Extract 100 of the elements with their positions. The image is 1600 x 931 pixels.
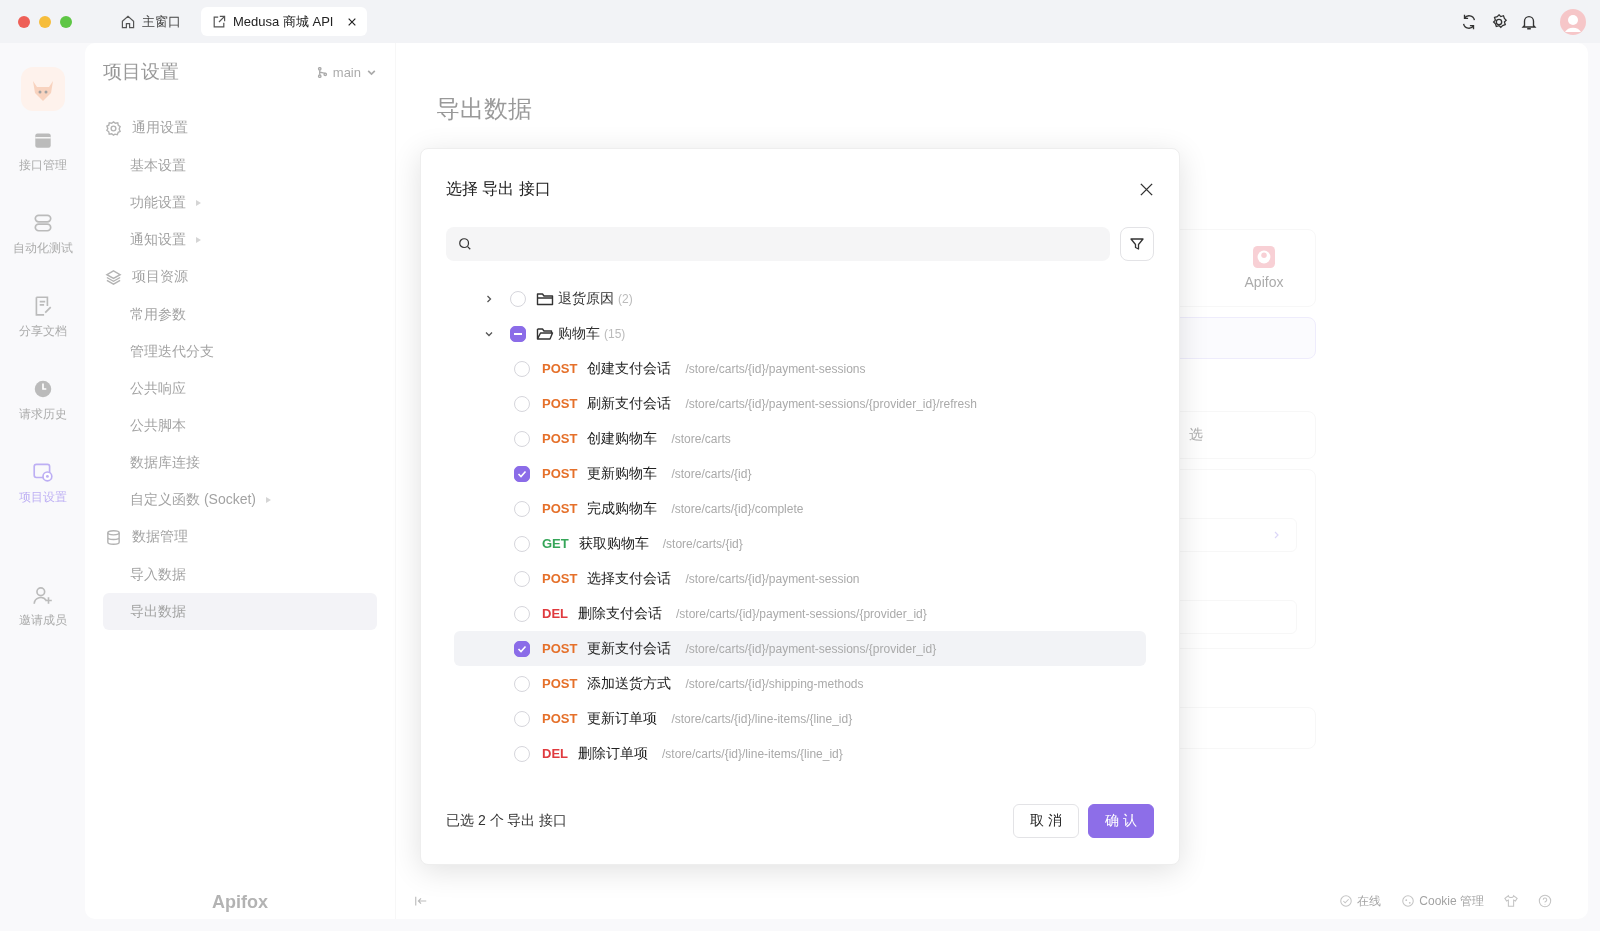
endpoint-path: /store/carts/{id}/payment-sessions/{provider_id}/refresh: [685, 396, 977, 411]
endpoint-name[interactable]: 创建购物车: [587, 429, 658, 448]
method-label: POST: [542, 711, 578, 726]
selection-summary: 已选 2 个 导出 接口: [446, 812, 568, 830]
settings-icon: [31, 461, 54, 483]
filter-button[interactable]: [1120, 227, 1154, 261]
endpoint-name[interactable]: 创建支付会话: [587, 359, 672, 378]
method-label: POST: [542, 396, 578, 411]
external-window-icon: [211, 13, 227, 30]
section-heading: 数据管理: [132, 528, 188, 546]
endpoint-row[interactable]: POST 添加送货方式 /store/carts/{id}/shipping-methods: [454, 666, 1146, 701]
format-label: Apifox: [1244, 274, 1284, 290]
method-label: POST: [542, 571, 578, 586]
window-tab[interactable]: Medusa 商城 API: [201, 7, 368, 36]
search-icon: [458, 237, 472, 251]
dialog-title: 选择 导出 接口: [446, 178, 551, 199]
endpoint-name[interactable]: 删除支付会话: [578, 604, 662, 623]
folder-row[interactable]: 购物车 (15): [454, 316, 1146, 351]
confirm-button[interactable]: 确 认: [1088, 804, 1154, 838]
submenu-arrow-icon: [194, 235, 202, 244]
checkbox[interactable]: [510, 325, 526, 342]
cookie-icon: [1401, 894, 1416, 908]
method-label: DEL: [542, 606, 568, 621]
method-label: DEL: [542, 746, 568, 761]
item-count: (15): [604, 326, 626, 341]
endpoint-row[interactable]: DEL 删除支付会话 /store/carts/{id}/payment-sessions/{provider_id}: [454, 596, 1146, 631]
checkbox[interactable]: [514, 465, 530, 482]
endpoint-name[interactable]: 刷新支付会话: [587, 394, 672, 413]
filter-icon: [1129, 236, 1145, 252]
method-label: POST: [542, 431, 578, 446]
endpoint-row[interactable]: POST 更新订单项 /store/carts/{id}/line-items/{line_id}: [454, 701, 1146, 736]
endpoint-name[interactable]: 更新购物车: [587, 464, 658, 483]
page-title: 导出数据: [436, 94, 533, 124]
endpoint-name[interactable]: 添加送货方式: [587, 674, 672, 693]
window-tab[interactable]: 主窗口: [110, 7, 191, 36]
layers-icon: [105, 268, 122, 286]
endpoint-row[interactable]: GET 获取购物车 /store/carts/{id}: [454, 526, 1146, 561]
close-window-button[interactable]: [18, 15, 30, 28]
stack-icon: [31, 212, 54, 234]
collapse-icon[interactable]: [414, 894, 428, 908]
branch-icon: [316, 66, 328, 78]
section-heading: 通用设置: [132, 119, 188, 137]
method-label: POST: [542, 501, 578, 516]
cancel-button[interactable]: 取 消: [1013, 804, 1080, 838]
endpoint-row[interactable]: POST 更新购物车 /store/carts/{id}: [454, 456, 1146, 491]
online-status: 在线: [1357, 892, 1382, 910]
endpoint-row[interactable]: POST 创建支付会话 /store/carts/{id}/payment-sessions: [454, 351, 1146, 386]
folder-icon: [536, 290, 554, 307]
folder-name[interactable]: 退货原因: [558, 289, 614, 308]
maximize-window-button[interactable]: [60, 15, 72, 28]
app-logo-icon: [1253, 246, 1275, 268]
settings-icon: [105, 119, 122, 137]
endpoint-name[interactable]: 选择支付会话: [587, 569, 672, 588]
method-label: POST: [542, 676, 578, 691]
endpoint-path: /store/carts/{id}/complete: [671, 501, 804, 516]
endpoint-name[interactable]: 获取购物车: [578, 534, 649, 553]
endpoint-path: /store/carts: [671, 431, 731, 446]
endpoint-name[interactable]: 删除订单项: [578, 744, 648, 763]
dash-icon: [514, 332, 522, 335]
method-label: GET: [542, 536, 569, 551]
endpoint-path: /store/carts/{id}/payment-sessions/{provider_id}: [676, 606, 927, 621]
item-count: (2): [618, 291, 633, 306]
minimize-window-button[interactable]: [39, 15, 51, 28]
search-field[interactable]: [446, 227, 1110, 261]
submenu-arrow-icon: [194, 198, 202, 207]
endpoint-name[interactable]: 更新订单项: [587, 709, 658, 728]
brand-logo: Apifox: [211, 892, 269, 913]
close-icon[interactable]: [1139, 181, 1154, 197]
method-label: POST: [542, 641, 578, 656]
endpoint-path: /store/carts/{id}/payment-session: [685, 571, 860, 586]
home-icon: [120, 13, 136, 30]
endpoint-path: /store/carts/{id}: [671, 466, 752, 481]
endpoint-name[interactable]: 更新支付会话: [587, 639, 672, 658]
section-heading: 项目资源: [132, 268, 188, 286]
method-label: POST: [542, 361, 578, 376]
endpoint-path: /store/carts/{id}/line-items/{line_id}: [662, 746, 843, 761]
submenu-arrow-icon: [264, 495, 272, 504]
checkbox[interactable]: [514, 640, 530, 657]
chevron-right-icon[interactable]: [484, 293, 494, 304]
method-label: POST: [542, 466, 578, 481]
endpoint-row[interactable]: POST 完成购物车 /store/carts/{id}/complete: [454, 491, 1146, 526]
avatar-icon[interactable]: [1560, 8, 1586, 35]
endpoint-row[interactable]: POST 更新支付会话 /store/carts/{id}/payment-sessions/{provider_id}: [454, 631, 1146, 666]
folder-name[interactable]: 购物车: [558, 324, 600, 343]
check-circle-icon: [1339, 894, 1354, 908]
sidebar-title: 项目设置: [103, 60, 179, 84]
endpoint-row[interactable]: DEL 删除订单项 /store/carts/{id}/line-items/{line_id}: [454, 736, 1146, 771]
endpoint-row[interactable]: POST 选择支付会话 /store/carts/{id}/payment-session: [454, 561, 1146, 596]
endpoint-name[interactable]: 完成购物车: [587, 499, 658, 518]
endpoint-path: /store/carts/{id}/line-items/{line_id}: [671, 711, 853, 726]
shirt-icon[interactable]: [1504, 894, 1518, 908]
open-folder-icon: [536, 325, 554, 342]
add-user-icon: [31, 584, 54, 606]
endpoint-path: /store/carts/{id}/payment-sessions/{provider_id}: [685, 641, 937, 656]
refresh-icon[interactable]: [1460, 12, 1478, 31]
close-icon[interactable]: [347, 16, 358, 27]
endpoint-path: /store/carts/{id}/payment-sessions: [685, 361, 866, 376]
settings-icon[interactable]: [1490, 12, 1508, 31]
help-icon[interactable]: [1538, 894, 1552, 908]
endpoint-path: /store/carts/{id}: [662, 536, 743, 551]
